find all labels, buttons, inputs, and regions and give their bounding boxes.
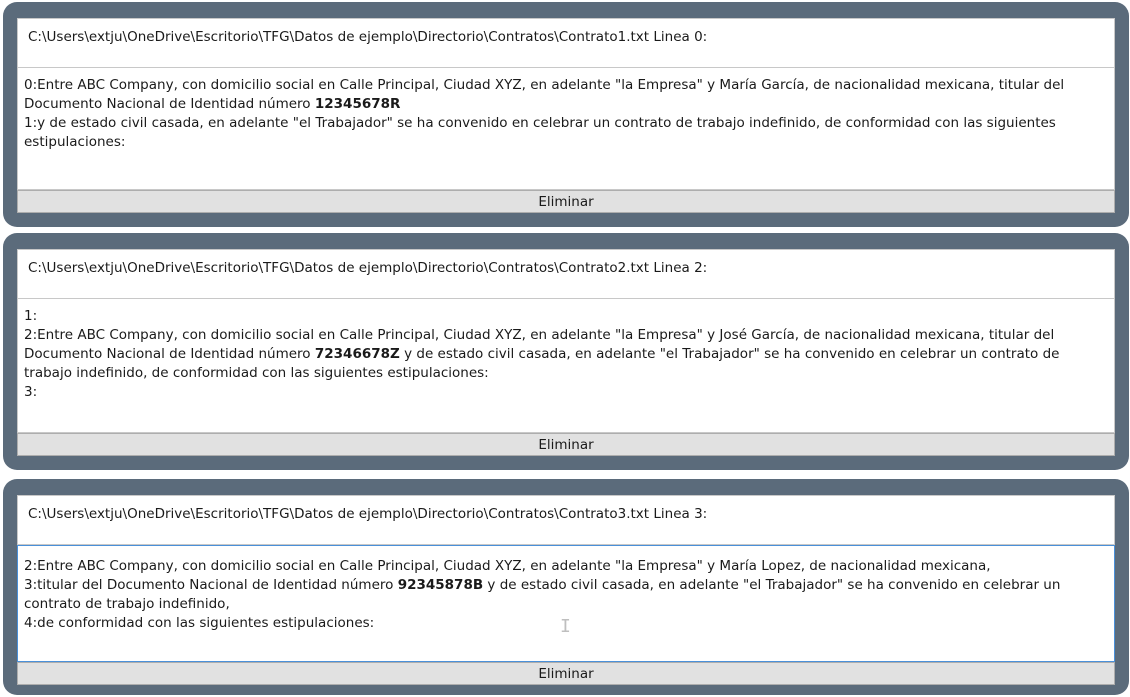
context-text-box-focused[interactable]: 2:Entre ABC Company, con domicilio socia… bbox=[17, 545, 1115, 662]
line-text: 1: bbox=[24, 308, 38, 324]
line-text: 2:Entre ABC Company, con domicilio socia… bbox=[24, 558, 991, 574]
result-card-2: C:\Users\extju\OneDrive\Escritorio\TFG\D… bbox=[3, 233, 1129, 470]
context-text-box[interactable]: 1: 2:Entre ABC Company, con domicilio so… bbox=[17, 299, 1115, 433]
line-text: 3:titular del Documento Nacional de Iden… bbox=[24, 576, 398, 593]
file-path-text: C:\Users\extju\OneDrive\Escritorio\TFG\D… bbox=[28, 29, 708, 45]
line-text: 1:y de estado civil casada, en adelante … bbox=[24, 114, 1056, 150]
file-path-label: C:\Users\extju\OneDrive\Escritorio\TFG\D… bbox=[17, 249, 1115, 299]
context-line: 2:Entre ABC Company, con domicilio socia… bbox=[24, 557, 1108, 576]
context-line: 2:Entre ABC Company, con domicilio socia… bbox=[24, 326, 1108, 383]
line-text: 4:de conformidad con las siguientes esti… bbox=[24, 614, 375, 631]
line-text: 0:Entre ABC Company, con domicilio socia… bbox=[24, 77, 1065, 112]
context-line: 3: bbox=[24, 383, 1108, 402]
id-number-highlight: 72346678Z bbox=[314, 345, 400, 362]
file-path-label: C:\Users\extju\OneDrive\Escritorio\TFG\D… bbox=[17, 18, 1115, 68]
context-text-box[interactable]: 0:Entre ABC Company, con domicilio socia… bbox=[17, 68, 1115, 190]
id-number-highlight: 12345678R bbox=[314, 95, 401, 112]
delete-button[interactable]: Eliminar bbox=[17, 433, 1115, 456]
context-line: 0:Entre ABC Company, con domicilio socia… bbox=[24, 76, 1108, 114]
result-card-1: C:\Users\extju\OneDrive\Escritorio\TFG\D… bbox=[3, 2, 1129, 227]
context-line: 3:titular del Documento Nacional de Iden… bbox=[24, 576, 1108, 614]
text-cursor-icon: I bbox=[560, 616, 571, 637]
file-path-label: C:\Users\extju\OneDrive\Escritorio\TFG\D… bbox=[17, 495, 1115, 545]
context-line: 1:y de estado civil casada, en adelante … bbox=[24, 114, 1108, 152]
delete-button[interactable]: Eliminar bbox=[17, 662, 1115, 685]
context-line: 1: bbox=[24, 307, 1108, 326]
delete-button[interactable]: Eliminar bbox=[17, 190, 1115, 213]
result-card-3: C:\Users\extju\OneDrive\Escritorio\TFG\D… bbox=[3, 479, 1129, 695]
file-path-text: C:\Users\extju\OneDrive\Escritorio\TFG\D… bbox=[28, 506, 708, 522]
file-path-text: C:\Users\extju\OneDrive\Escritorio\TFG\D… bbox=[28, 260, 708, 276]
line-text: 3: bbox=[24, 383, 38, 400]
id-number-highlight: 92345878B bbox=[397, 576, 484, 593]
